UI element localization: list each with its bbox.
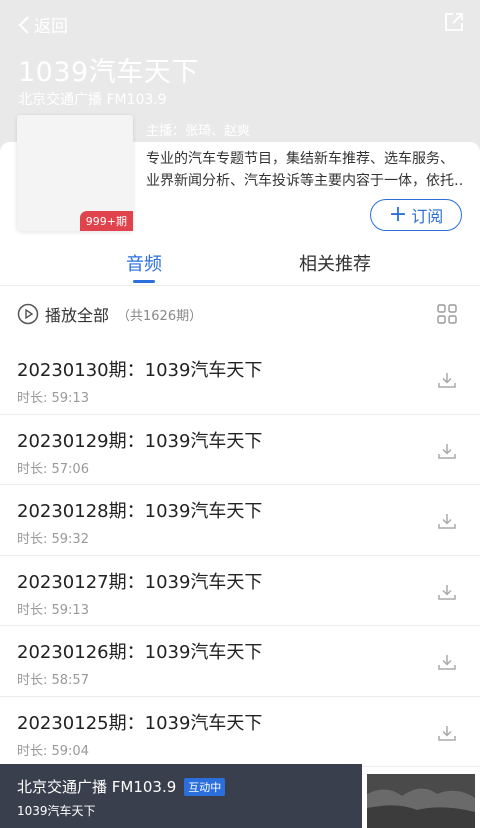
episode-title: 20230126期：1039汽车天下: [17, 642, 263, 663]
back-label: 返回: [34, 17, 68, 37]
player-station-name: 北京交通广播 FM103.9: [17, 778, 177, 796]
player-thumbnail[interactable]: [362, 768, 480, 828]
episode-row[interactable]: 20230128期：1039汽车天下 时长: 59:32: [0, 485, 480, 556]
episode-title: 20230127期：1039汽车天下: [17, 571, 263, 593]
download-button[interactable]: [437, 723, 457, 747]
description-line: 专业的汽车专题节目，集结新车推荐、选车服务、: [146, 151, 454, 167]
episode-duration: 时长: 59:32: [17, 532, 89, 547]
episode-title: 20230128期：1039汽车天下: [17, 501, 263, 522]
tab-bar: 音频 相关推荐: [0, 236, 480, 286]
episode-duration: 时长: 59:13: [17, 391, 89, 406]
tab-audio[interactable]: 音频: [126, 250, 162, 276]
episode-row[interactable]: 20230130期：1039汽车天下 时长: 59:13: [0, 344, 480, 415]
grid-view-button[interactable]: [437, 304, 457, 328]
tab-active-indicator: [133, 280, 155, 283]
episode-list: 20230130期：1039汽车天下 时长: 59:13 20230129期：1…: [0, 344, 480, 767]
thumbnail-artwork: [367, 788, 475, 828]
player-station: 北京交通广播 FM103.9 互动中: [17, 776, 226, 797]
player-program: 1039汽车天下: [17, 804, 96, 818]
episode-title: 20230130期：1039汽车天下: [17, 360, 263, 381]
download-icon: [438, 514, 456, 529]
episode-title: 20230125期：1039汽车天下: [17, 712, 263, 734]
plus-icon: +: [388, 202, 408, 227]
episode-duration: 时长: 59:04: [17, 743, 89, 759]
episode-duration: 时长: 59:13: [17, 602, 89, 618]
share-icon: [445, 13, 463, 31]
description-line: 业界新闻分析、汽车投诉等主要内容于一体，依托…: [146, 173, 464, 189]
download-icon: [438, 725, 456, 741]
episode-duration: 时长: 58:57: [17, 673, 89, 688]
download-button[interactable]: [437, 652, 457, 676]
download-button[interactable]: [437, 582, 457, 606]
live-badge: 互动中: [184, 777, 226, 796]
program-title: 1039汽车天下: [18, 57, 199, 88]
download-icon: [438, 373, 456, 388]
back-button[interactable]: 返回: [18, 12, 68, 37]
tab-related[interactable]: 相关推荐: [299, 250, 371, 276]
episode-duration: 时长: 57:06: [17, 461, 89, 477]
grid-icon: [437, 304, 457, 324]
episode-title: 20230129期：1039汽车天下: [17, 430, 263, 452]
back-chevron-icon: [18, 15, 29, 34]
download-icon: [438, 655, 456, 670]
episode-row[interactable]: 20230127期：1039汽车天下 时长: 59:13: [0, 556, 480, 626]
mini-player[interactable]: 北京交通广播 FM103.9 互动中 1039汽车天下: [0, 764, 362, 828]
station-name: 北京交通广播 FM103.9: [18, 92, 167, 108]
download-button[interactable]: [437, 511, 457, 535]
download-button[interactable]: [437, 441, 457, 465]
thumbnail-image: [367, 774, 475, 828]
play-circle-icon: [17, 303, 39, 325]
program-description: 专业的汽车专题节目，集结新车推荐、选车服务、 业界新闻分析、汽车投诉等主要内容于…: [146, 148, 464, 192]
play-all-button[interactable]: 播放全部 （共1626期）: [17, 302, 202, 326]
episode-row[interactable]: 20230126期：1039汽车天下 时长: 58:57: [0, 626, 480, 697]
episode-count-badge: 999+期: [79, 211, 133, 231]
download-icon: [438, 584, 456, 600]
share-button[interactable]: [444, 12, 464, 36]
episode-row[interactable]: 20230129期：1039汽车天下 时长: 57:06: [0, 415, 480, 485]
play-all-label: 播放全部: [45, 306, 110, 325]
episode-total: （共1626期）: [117, 308, 203, 324]
subscribe-label: 订阅: [411, 207, 444, 226]
download-button[interactable]: [437, 370, 457, 394]
subscribe-button[interactable]: + 订阅: [370, 199, 462, 231]
download-icon: [438, 443, 456, 459]
episode-row[interactable]: 20230125期：1039汽车天下 时长: 59:04: [0, 697, 480, 767]
program-cover: 999+期: [17, 115, 133, 231]
program-hosts: 主播：张琦、赵爽: [146, 124, 251, 139]
